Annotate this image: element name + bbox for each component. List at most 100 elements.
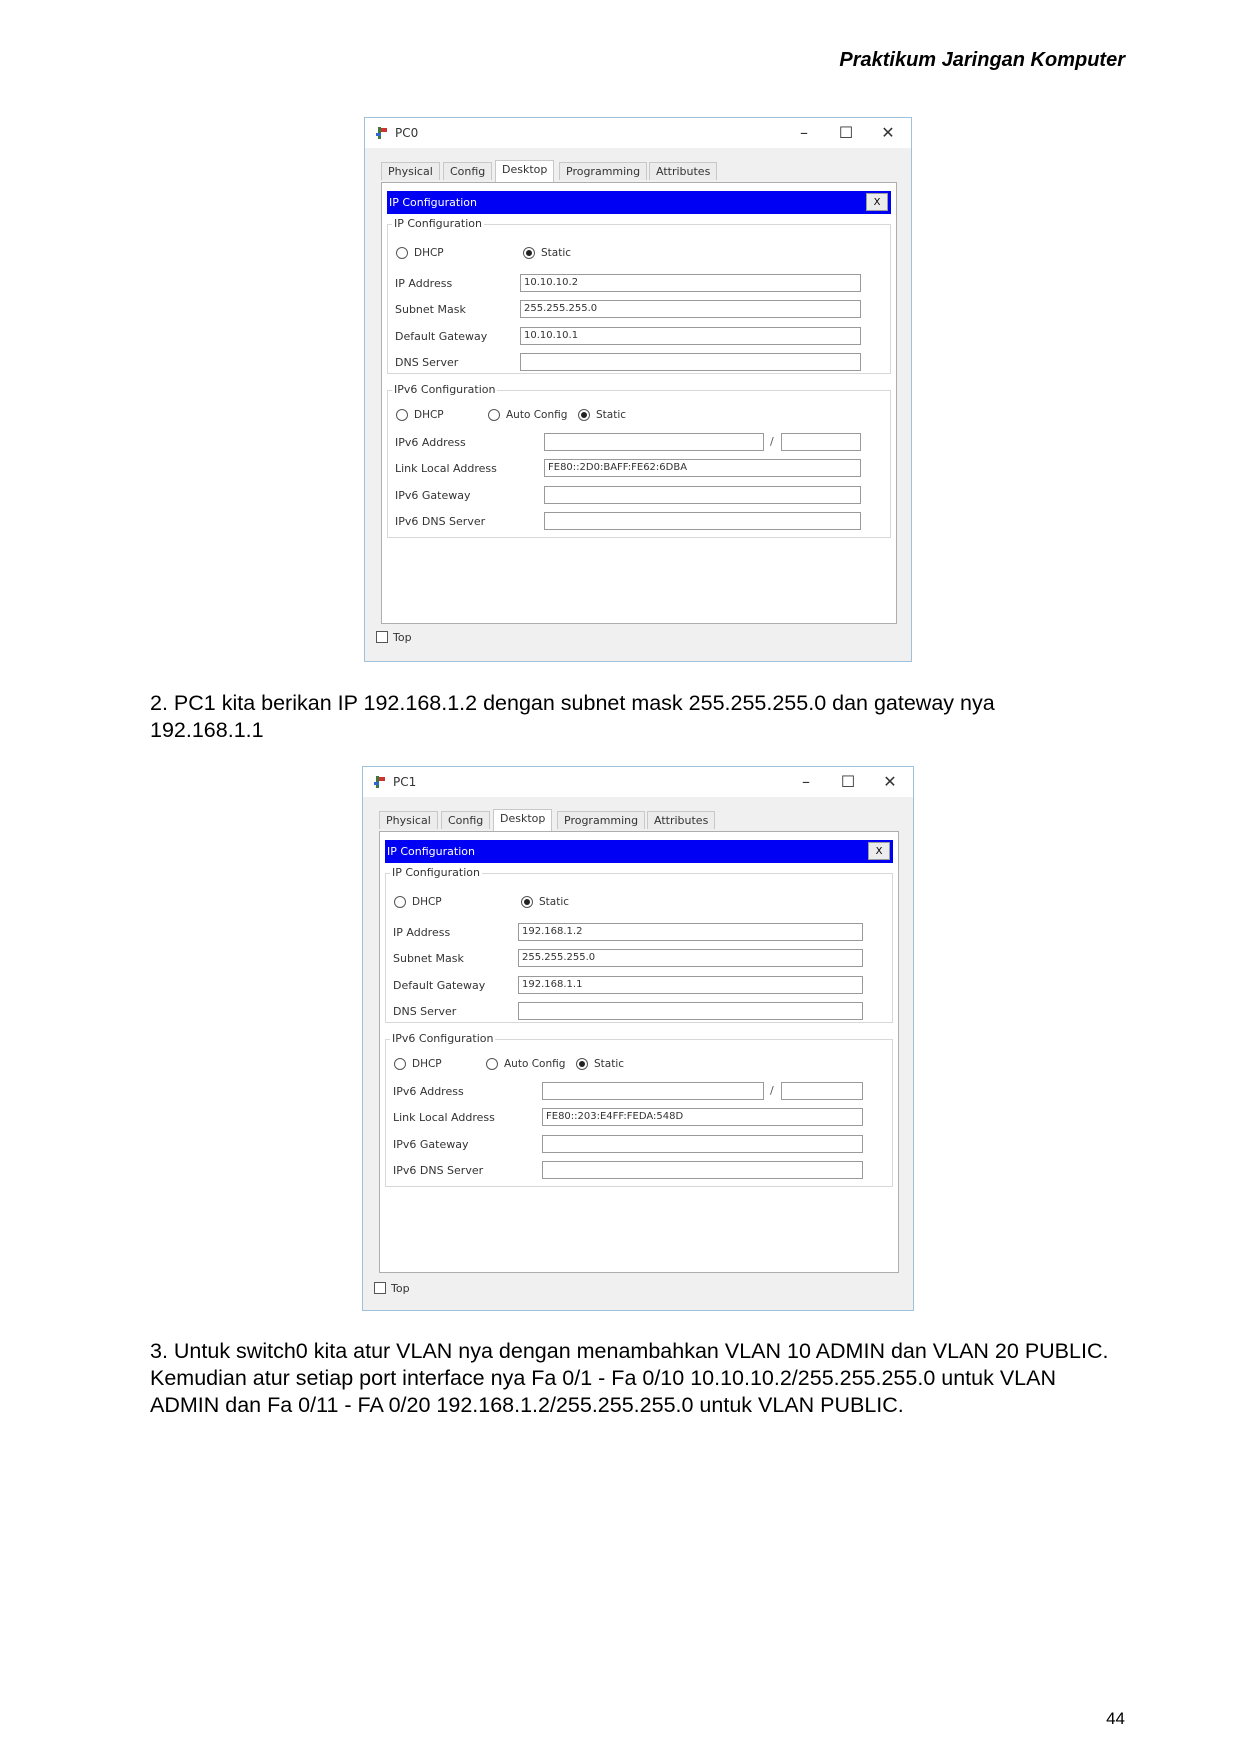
ipv6-address-field[interactable] <box>544 433 764 451</box>
ipv6-static-radio[interactable] <box>578 409 590 421</box>
ipv4-dhcp-label: DHCP <box>414 247 444 259</box>
subnet-mask-label: Subnet Mask <box>395 303 466 316</box>
ipv6-dns-server-label: IPv6 DNS Server <box>393 1164 484 1177</box>
dns-server-label: DNS Server <box>395 356 459 369</box>
tab-config[interactable]: Config <box>443 162 493 180</box>
ipv6-dhcp-radio[interactable] <box>394 1058 406 1070</box>
ip-address-label: IP Address <box>393 926 451 939</box>
default-gateway-field[interactable]: 192.168.1.1 <box>518 976 863 994</box>
ipv6-address-label: IPv6 Address <box>395 436 466 449</box>
ipv6-group-title: IPv6 Configuration <box>390 1032 496 1045</box>
tab-programming[interactable]: Programming <box>557 811 646 829</box>
pc1-window: PC1 – ☐ ✕ Physical Config Desktop Progra… <box>362 766 914 1311</box>
ipv6-gateway-field[interactable] <box>542 1135 863 1153</box>
top-checkbox-label: Top <box>393 631 412 644</box>
ip-config-title: IP Configuration <box>387 845 475 858</box>
ip-config-header: IP Configuration X <box>385 840 893 863</box>
ipv6-auto-config-radio[interactable] <box>488 409 500 421</box>
step-2-paragraph: 2. PC1 kita berikan IP 192.168.1.2 denga… <box>150 690 1110 744</box>
tab-attributes[interactable]: Attributes <box>649 162 718 180</box>
ipv6-group: IPv6 Configuration DHCP Auto Config Stat… <box>385 1032 893 1187</box>
ipv4-group: IP Configuration DHCP Static IP Address … <box>387 217 891 374</box>
maximize-icon[interactable]: ☐ <box>833 771 863 793</box>
tab-physical[interactable]: Physical <box>379 811 438 829</box>
desktop-panel: IP Configuration X IP Configuration DHCP… <box>381 182 897 624</box>
ipv6-auto-config-label: Auto Config <box>506 409 568 421</box>
dns-server-field[interactable] <box>520 353 861 371</box>
ipv6-dns-server-field[interactable] <box>542 1161 863 1179</box>
ip-config-title: IP Configuration <box>389 196 477 209</box>
ipv4-dhcp-radio[interactable] <box>396 247 408 259</box>
ip-config-header: IP Configuration X <box>387 191 891 214</box>
ipv6-dns-server-label: IPv6 DNS Server <box>395 515 486 528</box>
subnet-mask-field[interactable]: 255.255.255.0 <box>518 949 863 967</box>
ipv4-dhcp-radio[interactable] <box>394 896 406 908</box>
default-gateway-label: Default Gateway <box>393 979 486 992</box>
ipv6-group: IPv6 Configuration DHCP Auto Config Stat… <box>387 383 891 538</box>
ipv6-dns-server-field[interactable] <box>544 512 861 530</box>
ipv6-prefix-field[interactable] <box>781 433 861 451</box>
dns-server-field[interactable] <box>518 1002 863 1020</box>
packet-tracer-pc-icon <box>374 776 385 788</box>
page-number: 44 <box>1106 1709 1125 1728</box>
ipv6-static-label: Static <box>594 1058 625 1070</box>
ip-address-label: IP Address <box>395 277 453 290</box>
ipv4-static-label: Static <box>539 896 570 908</box>
top-checkbox[interactable] <box>374 1282 386 1294</box>
subnet-mask-field[interactable]: 255.255.255.0 <box>520 300 861 318</box>
link-local-address-label: Link Local Address <box>395 462 497 475</box>
ip-address-field[interactable]: 10.10.10.2 <box>520 274 861 292</box>
tab-programming[interactable]: Programming <box>559 162 648 180</box>
ipv6-auto-config-label: Auto Config <box>504 1058 566 1070</box>
close-ip-config-button[interactable]: X <box>868 842 890 860</box>
ip-address-field[interactable]: 192.168.1.2 <box>518 923 863 941</box>
ipv6-auto-config-radio[interactable] <box>486 1058 498 1070</box>
packet-tracer-pc-icon <box>376 127 387 139</box>
minimize-icon[interactable]: – <box>791 771 821 793</box>
close-icon[interactable]: ✕ <box>875 771 905 793</box>
tab-attributes[interactable]: Attributes <box>647 811 716 829</box>
top-checkbox[interactable] <box>376 631 388 643</box>
ipv4-static-radio[interactable] <box>523 247 535 259</box>
page-header: Praktikum Jaringan Komputer <box>839 49 1125 71</box>
window-title: PC1 <box>393 775 417 789</box>
ipv4-group: IP Configuration DHCP Static IP Address … <box>385 866 893 1023</box>
link-local-address-field[interactable]: FE80::203:E4FF:FEDA:548D <box>542 1108 863 1126</box>
link-local-address-field[interactable]: FE80::2D0:BAFF:FE62:6DBA <box>544 459 861 477</box>
ipv6-group-title: IPv6 Configuration <box>392 383 498 396</box>
desktop-panel: IP Configuration X IP Configuration DHCP… <box>379 831 899 1273</box>
ipv6-address-field[interactable] <box>542 1082 764 1100</box>
title-bar[interactable]: PC0 – ☐ ✕ <box>365 118 911 148</box>
step-3-paragraph: 3. Untuk switch0 kita atur VLAN nya deng… <box>150 1338 1110 1419</box>
ipv4-static-radio[interactable] <box>521 896 533 908</box>
link-local-address-label: Link Local Address <box>393 1111 495 1124</box>
close-icon[interactable]: ✕ <box>873 122 903 144</box>
close-ip-config-button[interactable]: X <box>866 193 888 211</box>
minimize-icon[interactable]: – <box>789 122 819 144</box>
step-2-text: 2. PC1 kita berikan IP 192.168.1.2 denga… <box>150 691 995 742</box>
ipv6-static-label: Static <box>596 409 627 421</box>
ipv6-static-radio[interactable] <box>576 1058 588 1070</box>
ipv6-gateway-label: IPv6 Gateway <box>393 1138 469 1151</box>
ipv6-prefix-field[interactable] <box>781 1082 863 1100</box>
tab-desktop[interactable]: Desktop <box>495 160 555 182</box>
ipv6-address-label: IPv6 Address <box>393 1085 464 1098</box>
ipv6-dhcp-radio[interactable] <box>396 409 408 421</box>
ipv4-group-title: IP Configuration <box>392 217 484 230</box>
ipv4-group-title: IP Configuration <box>390 866 482 879</box>
window-title: PC0 <box>395 126 419 140</box>
default-gateway-label: Default Gateway <box>395 330 488 343</box>
title-bar[interactable]: PC1 – ☐ ✕ <box>363 767 913 797</box>
tab-physical[interactable]: Physical <box>381 162 440 180</box>
maximize-icon[interactable]: ☐ <box>831 122 861 144</box>
dns-server-label: DNS Server <box>393 1005 457 1018</box>
subnet-mask-label: Subnet Mask <box>393 952 464 965</box>
ipv4-static-label: Static <box>541 247 572 259</box>
default-gateway-field[interactable]: 10.10.10.1 <box>520 327 861 345</box>
prefix-separator: / <box>770 1084 774 1097</box>
top-checkbox-label: Top <box>391 1282 410 1295</box>
tab-config[interactable]: Config <box>441 811 491 829</box>
tab-desktop[interactable]: Desktop <box>493 809 553 831</box>
ipv6-gateway-field[interactable] <box>544 486 861 504</box>
step-3-text: 3. Untuk switch0 kita atur VLAN nya deng… <box>150 1339 1109 1417</box>
